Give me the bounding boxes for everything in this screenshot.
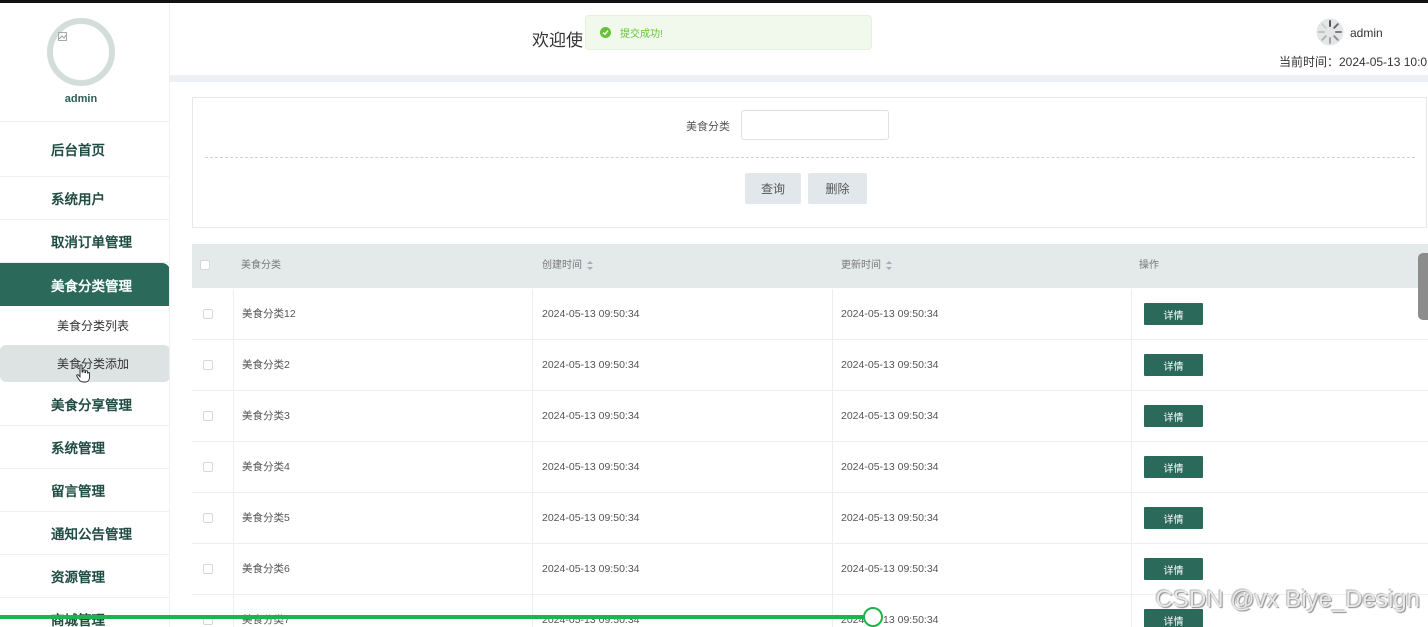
cell-updated: 2024-05-13 09:50:34 [841,359,939,371]
sidebar-item-messages[interactable]: 留言管理 [0,469,169,512]
row-checkbox[interactable] [203,513,213,523]
csdn-watermark: CSDN @vx Biye_Design [1155,586,1420,613]
table-row: 美食分类4 2024-05-13 09:50:34 2024-05-13 09:… [192,442,1428,493]
sidebar-item-resources[interactable]: 资源管理 [0,555,169,598]
column-divider [1131,289,1132,627]
cell-category: 美食分类7 [242,614,290,626]
cell-created: 2024-05-13 09:50:34 [542,308,640,320]
sidebar-username: admin [64,93,98,105]
cell-updated: 2024-05-13 09:50:34 [841,461,939,473]
row-checkbox[interactable] [203,411,213,421]
current-time: 当前时间：2024-05-13 10:0 [1279,55,1428,69]
delete-button[interactable]: 删除 [808,173,867,204]
hand-cursor-icon [76,364,90,383]
sidebar-item-label: 通知公告管理 [51,527,132,542]
sidebar-item-system-users[interactable]: 系统用户 [0,177,169,220]
cell-created: 2024-05-13 09:50:34 [542,461,640,473]
cell-updated: 2024-05-13 09:50:34 [841,614,939,626]
detail-button[interactable]: 详情 [1144,558,1203,580]
sidebar-item-label: 系统用户 [51,192,105,207]
table-scrollbar-thumb[interactable] [1418,253,1428,320]
submenu-item-label: 美食分类列表 [57,318,130,333]
row-checkbox[interactable] [203,309,213,319]
detail-button[interactable]: 详情 [1144,456,1203,478]
success-check-icon [600,27,611,38]
video-progress-handle[interactable] [863,607,883,627]
sidebar-item-cancel-orders[interactable]: 取消订单管理 [0,220,169,263]
column-header-actions: 操作 [1139,260,1159,271]
sidebar-item-food-category[interactable]: 美食分类管理 [0,263,169,306]
column-header-category: 美食分类 [241,260,281,271]
column-header-label: 创建时间 [542,260,582,271]
table-row: 美食分类3 2024-05-13 09:50:34 2024-05-13 09:… [192,391,1428,442]
search-label: 美食分类 [686,121,730,133]
sidebar-item-label: 后台首页 [51,143,105,158]
sidebar-item-system[interactable]: 系统管理 [0,426,169,469]
sidebar-item-notices[interactable]: 通知公告管理 [0,512,169,555]
table-body: 美食分类12 2024-05-13 09:50:34 2024-05-13 09… [192,289,1428,627]
sidebar-item-mall[interactable]: 商城管理 [0,598,169,627]
detail-button[interactable]: 详情 [1144,354,1203,376]
submenu-item-label: 美食分类添加 [57,357,130,371]
cell-created: 2024-05-13 09:50:34 [542,359,640,371]
table-row: 美食分类5 2024-05-13 09:50:34 2024-05-13 09:… [192,493,1428,544]
header-divider [170,75,1428,82]
column-header-label: 更新时间 [841,260,881,271]
table-header: 美食分类 创建时间 更新时间 操作 [192,244,1428,288]
cell-created: 2024-05-13 09:50:34 [542,563,640,575]
column-divider [532,289,533,627]
cell-category: 美食分类6 [242,563,290,575]
header-username[interactable]: admin [1350,26,1383,40]
sidebar-item-label: 美食分享管理 [51,398,132,413]
cell-updated: 2024-05-13 09:50:34 [841,563,939,575]
sidebar: admin 后台首页 系统用户 取消订单管理 美食分类管理 美食分类列表 美食分… [0,0,170,627]
sidebar-item-home[interactable]: 后台首页 [0,121,169,177]
cell-created: 2024-05-13 09:50:34 [542,512,640,524]
broken-image-icon [58,32,67,41]
cell-updated: 2024-05-13 09:50:34 [841,410,939,422]
row-checkbox[interactable] [203,564,213,574]
table-row: 美食分类2 2024-05-13 09:50:34 2024-05-13 09:… [192,340,1428,391]
cell-category: 美食分类12 [242,308,296,320]
cell-created: 2024-05-13 09:50:34 [542,410,640,422]
row-checkbox[interactable] [203,360,213,370]
table-row: 美食分类12 2024-05-13 09:50:34 2024-05-13 09… [192,289,1428,340]
welcome-title: 欢迎使 [532,31,583,50]
sidebar-item-label: 留言管理 [51,484,105,499]
sort-icon[interactable] [587,260,593,270]
detail-button[interactable]: 详情 [1144,303,1203,325]
column-header-updated[interactable]: 更新时间 [841,244,892,288]
sidebar-avatar[interactable] [47,18,115,86]
column-header-created[interactable]: 创建时间 [542,244,593,288]
cell-category: 美食分类4 [242,461,290,473]
detail-button[interactable]: 详情 [1144,405,1203,427]
sidebar-item-label: 取消订单管理 [51,235,132,250]
column-divider [832,289,833,627]
success-toast: 提交成功! [585,15,872,50]
cell-updated: 2024-05-13 09:50:34 [841,512,939,524]
sidebar-item-label: 资源管理 [51,570,105,585]
select-all-checkbox[interactable] [200,260,210,270]
video-progress-fill[interactable] [0,615,873,619]
loading-spinner-icon[interactable] [1316,18,1344,46]
detail-button[interactable]: 详情 [1144,507,1203,529]
sidebar-item-label: 系统管理 [51,441,105,456]
cell-category: 美食分类3 [242,410,290,422]
search-divider [205,157,1415,158]
sort-icon[interactable] [886,260,892,270]
category-search-input[interactable] [741,110,889,140]
query-button[interactable]: 查询 [745,173,801,204]
toast-message: 提交成功! [620,29,663,40]
column-divider [233,289,234,627]
sidebar-item-label: 美食分类管理 [51,278,132,294]
sidebar-item-food-share[interactable]: 美食分享管理 [0,383,169,426]
cell-updated: 2024-05-13 09:50:34 [841,308,939,320]
submenu-item-category-list[interactable]: 美食分类列表 [0,306,169,344]
window-top-edge [0,0,1428,3]
cell-category: 美食分类2 [242,359,290,371]
cell-category: 美食分类5 [242,512,290,524]
row-checkbox[interactable] [203,462,213,472]
cell-created: 2024-05-13 09:50:34 [542,614,640,626]
